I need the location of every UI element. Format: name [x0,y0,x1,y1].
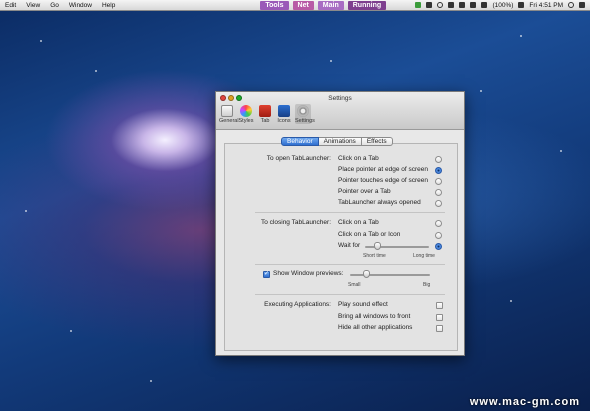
star [150,380,152,382]
open-radio-touches-edge[interactable] [435,178,442,185]
bluetooth-icon[interactable] [448,2,455,8]
open-radio-edge[interactable] [435,167,442,174]
toolbar-styles[interactable]: Styles [238,104,254,124]
preview-max-label: Big [423,282,431,288]
menu-view[interactable]: View [21,2,45,9]
toolbar-general[interactable]: General [219,104,239,124]
notification-icon[interactable] [579,2,585,8]
title-bar: Settings General Styles Tab Icons Settin… [216,92,464,130]
menubar-tag-tools[interactable]: Tools [260,0,289,10]
watermark: www.mac-gm.com [469,396,580,408]
status-area: (100%) Fri 4:51 PM [415,2,590,9]
volume-icon[interactable] [470,2,477,8]
toolbar-settings[interactable]: Settings [295,104,315,124]
exec-option-hide-others: Hide all other applications [338,324,413,331]
section-divider [255,264,445,265]
star [520,35,522,37]
star [510,300,512,302]
wait-max-label: Long time [413,253,435,259]
open-option-touches-edge: Pointer touches edge of screen [338,177,428,184]
close-option-click-tab: Click on a Tab [338,219,379,226]
star [70,330,72,332]
wait-min-label: Short time [363,253,386,259]
toolbar-styles-label: Styles [238,118,254,124]
preview-min-label: Small [348,282,361,288]
behavior-panel: To open TabLauncher: Click on a Tab Plac… [224,143,458,351]
general-icon [221,105,233,117]
color-wheel-icon [240,105,252,117]
close-option-click-tab-icon: Click on a Tab or Icon [338,231,401,238]
open-radio-always[interactable] [435,200,442,207]
preview-slider-track[interactable] [350,274,430,276]
menubar-tag-net[interactable]: Net [292,0,314,10]
tab-animations[interactable]: Animations [318,137,362,146]
star [25,210,27,212]
close-option-wait-for: Wait for [338,242,361,249]
exec-option-sound: Play sound effect [338,301,388,308]
preview-slider-knob[interactable] [362,270,370,278]
exec-checkbox-hide-others[interactable] [436,325,443,332]
star [40,40,42,42]
star [560,150,562,152]
open-radio-pointer-over[interactable] [435,189,442,196]
time-machine-icon[interactable] [437,2,444,8]
toolbar-general-label: General [219,118,239,124]
open-radio-click-tab[interactable] [435,156,442,163]
close-radio-click-tab-icon[interactable] [435,232,442,239]
tab-icon [259,105,271,117]
window-title: Settings [328,95,352,102]
close-radio-wait-for[interactable] [435,243,442,250]
open-option-always: TabLauncher always opened [338,199,421,206]
menubar-tag-main[interactable]: Main [317,0,344,10]
tab-effects[interactable]: Effects [361,137,393,146]
preview-label: Show Window previews: [273,270,344,277]
exec-checkbox-bring-front[interactable] [436,314,443,321]
section-divider [255,294,445,295]
battery-percent: (100%) [492,1,514,9]
open-option-edge: Place pointer at edge of screen [338,166,428,173]
star [480,90,482,92]
star [330,60,332,62]
menu-go[interactable]: Go [45,2,64,9]
exec-checkbox-sound[interactable] [436,302,443,309]
settings-window: Settings General Styles Tab Icons Settin… [215,91,465,356]
toolbar-tab[interactable]: Tab [257,104,273,124]
exec-option-bring-front: Bring all windows to front [338,313,411,320]
close-radio-click-tab[interactable] [435,220,442,227]
menubar-tag-running[interactable]: Running [347,0,387,10]
menu-edit[interactable]: Edit [0,2,21,9]
close-section-label: To closing TabLauncher: [261,219,331,226]
spotlight-icon[interactable] [568,2,574,8]
icons-icon [278,105,290,117]
menu-window[interactable]: Window [64,2,97,9]
wait-slider-knob[interactable] [374,242,382,250]
section-divider [255,212,445,213]
toolbar-tab-label: Tab [260,118,270,124]
menubar-clock[interactable]: Fri 4:51 PM [529,2,563,9]
gear-icon [297,105,309,117]
menu-help[interactable]: Help [97,2,120,9]
toolbar-icons[interactable]: Icons [276,104,292,124]
wifi-icon[interactable] [459,2,466,8]
app-status-icon[interactable] [426,2,433,8]
tab-behavior[interactable]: Behavior [281,137,319,146]
preview-checkbox[interactable]: ✓ [263,271,270,278]
battery-monitor-icon[interactable] [415,2,422,8]
open-option-pointer-over: Pointer over a Tab [338,188,391,195]
toolbar-icons-label: Icons [277,118,291,124]
settings-tabs: Behavior Animations Effects [281,137,393,146]
menu-bar: Edit View Go Window Help Tools Net Main … [0,0,590,11]
open-section-label: To open TabLauncher: [266,155,331,162]
flag-icon[interactable] [518,2,525,8]
open-option-click-tab: Click on a Tab [338,155,379,162]
preferences-toolbar: General Styles Tab Icons Settings [219,104,315,124]
toolbar-settings-label: Settings [295,118,315,124]
star [95,70,97,72]
exec-section-label: Executing Applications: [264,301,331,308]
battery-icon[interactable] [481,2,488,8]
